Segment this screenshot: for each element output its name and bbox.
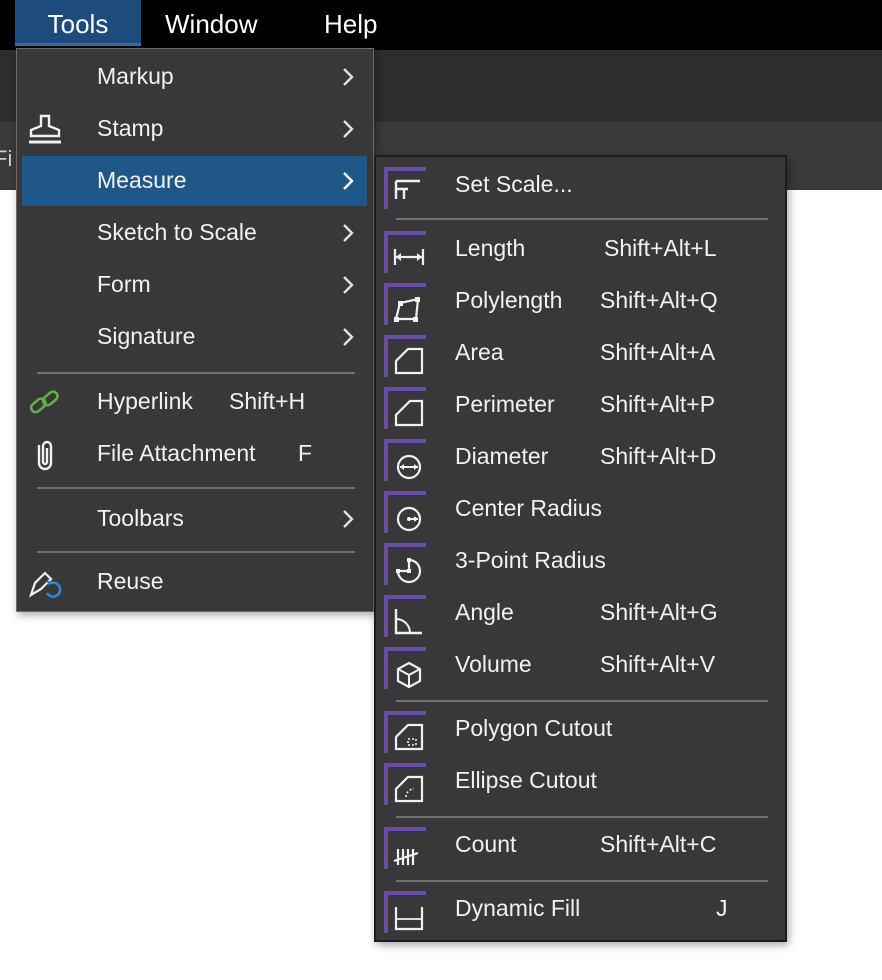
submenu-item-shortcut: Shift+Alt+D	[600, 443, 717, 469]
menu-separator	[37, 372, 355, 374]
menu-item-hyperlink[interactable]: Hyperlink Shift+H	[22, 377, 367, 427]
submenu-item-shortcut: Shift+Alt+L	[604, 235, 717, 261]
polylength-icon	[383, 283, 427, 325]
three-point-radius-icon	[383, 543, 427, 585]
submenu-item-count[interactable]: Count Shift+Alt+C	[382, 821, 782, 871]
menu-item-stamp[interactable]: Stamp	[22, 104, 367, 154]
submenu-item-shortcut: J	[716, 895, 728, 921]
menu-window[interactable]: Window	[165, 0, 257, 46]
submenu-item-shortcut: Shift+Alt+P	[600, 391, 716, 417]
chevron-right-icon	[343, 120, 354, 138]
menu-item-markup[interactable]: Markup	[22, 52, 367, 102]
submenu-item-label: Center Radius	[455, 495, 603, 521]
submenu-item-label: Length	[455, 235, 526, 261]
chevron-right-icon	[343, 224, 354, 242]
submenu-item-shortcut: Shift+Alt+G	[600, 599, 718, 625]
menu-separator	[37, 551, 355, 553]
menu-item-form[interactable]: Form	[22, 260, 367, 310]
hyperlink-icon	[29, 390, 59, 414]
file-tab-label[interactable]: Fi	[0, 146, 12, 172]
menu-item-label: Reuse	[97, 568, 164, 594]
area-icon	[383, 335, 427, 377]
submenu-item-label: Polylength	[455, 287, 563, 313]
chevron-right-icon	[343, 328, 354, 346]
angle-icon	[383, 595, 427, 637]
measure-submenu: Set Scale... Length Shift+Alt+L Polyleng…	[374, 155, 787, 942]
stamp-icon	[29, 114, 61, 144]
menu-separator	[396, 880, 768, 882]
submenu-item-set-scale[interactable]: Set Scale...	[382, 161, 782, 211]
tools-menu: Markup Stamp Measure Sketch to Scale For…	[16, 48, 374, 612]
menu-item-measure[interactable]: Measure	[22, 156, 367, 206]
menu-item-label: Hyperlink	[97, 388, 193, 414]
submenu-item-polygon-cutout[interactable]: Polygon Cutout	[382, 705, 782, 755]
submenu-item-label: Set Scale...	[455, 171, 573, 197]
menu-item-label: Form	[97, 271, 151, 297]
reuse-icon	[29, 571, 62, 598]
menu-item-label: Sketch to Scale	[97, 219, 257, 245]
menu-separator	[37, 487, 355, 489]
submenu-item-dynamic-fill[interactable]: Dynamic Fill J	[382, 885, 782, 935]
menu-item-toolbars[interactable]: Toolbars	[22, 494, 367, 544]
submenu-item-3-point-radius[interactable]: 3-Point Radius	[382, 537, 782, 587]
submenu-item-label: Dynamic Fill	[455, 895, 581, 921]
submenu-item-area[interactable]: Area Shift+Alt+A	[382, 329, 782, 379]
submenu-item-center-radius[interactable]: Center Radius	[382, 485, 782, 535]
menu-item-label: Markup	[97, 63, 174, 89]
chevron-right-icon	[343, 172, 354, 190]
menu-item-label: Signature	[97, 323, 196, 349]
menu-help[interactable]: Help	[324, 0, 377, 46]
menu-item-label: Measure	[97, 167, 187, 193]
menu-separator	[396, 700, 768, 702]
submenu-item-shortcut: Shift+Alt+V	[600, 651, 716, 677]
submenu-item-diameter[interactable]: Diameter Shift+Alt+D	[382, 433, 782, 483]
menu-separator	[396, 816, 768, 818]
menu-item-file-attachment[interactable]: File Attachment F	[22, 429, 367, 479]
submenu-item-label: Area	[455, 339, 504, 365]
diameter-icon	[383, 439, 427, 481]
submenu-item-label: Volume	[455, 651, 532, 677]
submenu-item-label: 3-Point Radius	[455, 547, 606, 573]
paperclip-icon	[37, 440, 53, 471]
menu-item-label: Toolbars	[97, 505, 184, 531]
submenu-item-length[interactable]: Length Shift+Alt+L	[382, 225, 782, 275]
menu-item-shortcut: Shift+H	[229, 388, 306, 414]
menu-item-label: File Attachment	[97, 440, 256, 466]
submenu-item-angle[interactable]: Angle Shift+Alt+G	[382, 589, 782, 639]
center-radius-icon	[383, 491, 427, 533]
length-icon	[383, 231, 427, 273]
submenu-item-ellipse-cutout[interactable]: Ellipse Cutout	[382, 757, 782, 807]
submenu-item-label: Count	[455, 831, 517, 857]
ellipse-cutout-icon	[383, 763, 427, 805]
submenu-item-perimeter[interactable]: Perimeter Shift+Alt+P	[382, 381, 782, 431]
count-icon	[383, 827, 427, 869]
submenu-item-label: Polygon Cutout	[455, 715, 613, 741]
menu-item-reuse[interactable]: Reuse	[22, 557, 367, 607]
menu-item-signature[interactable]: Signature	[22, 312, 367, 362]
menu-separator	[396, 218, 768, 220]
perimeter-icon	[383, 387, 427, 429]
submenu-item-label: Angle	[455, 599, 514, 625]
submenu-item-polylength[interactable]: Polylength Shift+Alt+Q	[382, 277, 782, 327]
submenu-item-shortcut: Shift+Alt+Q	[600, 287, 718, 313]
polygon-cutout-icon	[383, 711, 427, 753]
chevron-right-icon	[343, 68, 354, 86]
submenu-item-shortcut: Shift+Alt+C	[600, 831, 717, 857]
dynamic-fill-icon	[383, 891, 427, 933]
submenu-item-shortcut: Shift+Alt+A	[600, 339, 716, 365]
menu-bar: Tools Window Help	[0, 0, 882, 50]
submenu-item-volume[interactable]: Volume Shift+Alt+V	[382, 641, 782, 691]
menu-item-label: Stamp	[97, 115, 164, 141]
submenu-item-label: Ellipse Cutout	[455, 767, 597, 793]
submenu-item-label: Diameter	[455, 443, 549, 469]
chevron-right-icon	[343, 510, 354, 528]
menu-item-shortcut: F	[298, 440, 313, 466]
volume-icon	[383, 647, 427, 689]
chevron-right-icon	[343, 276, 354, 294]
menu-tools[interactable]: Tools	[15, 0, 141, 46]
submenu-item-label: Perimeter	[455, 391, 555, 417]
set-scale-icon	[383, 167, 427, 209]
menu-item-sketch-to-scale[interactable]: Sketch to Scale	[22, 208, 367, 258]
